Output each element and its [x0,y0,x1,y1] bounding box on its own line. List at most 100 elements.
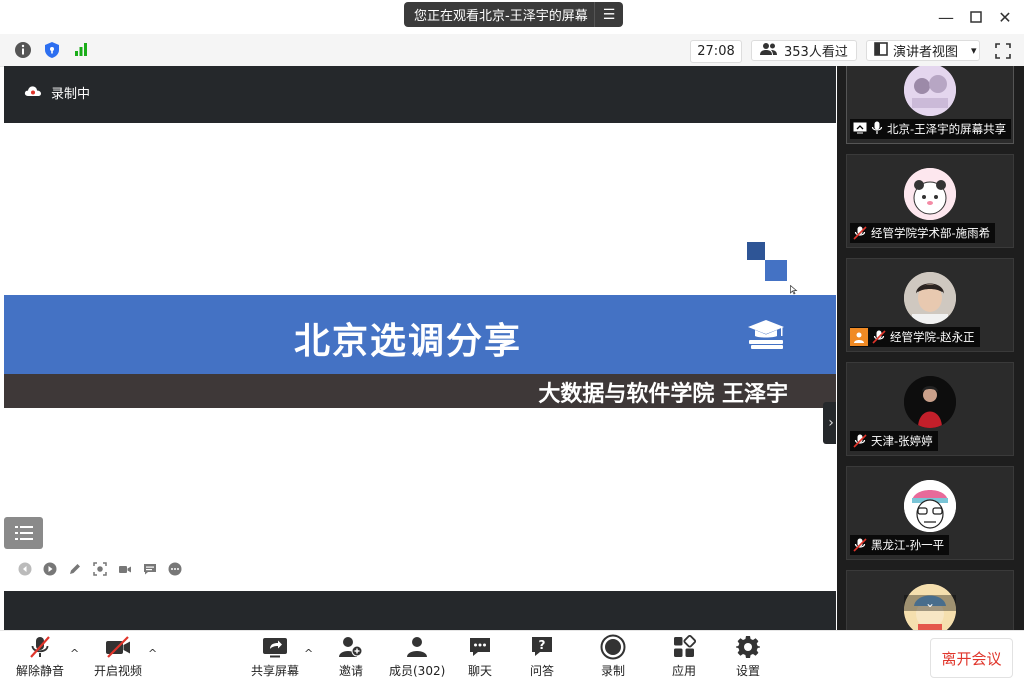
focus-icon[interactable] [93,562,107,576]
unmute-button[interactable]: 解除静音 [16,634,64,679]
avatar [904,168,956,220]
meeting-info-bar: 27:08 353人看过 演讲者视图 ▾ [0,34,1024,67]
stage-top-band: 录制中 [4,66,836,123]
record-button[interactable]: 录制 [600,634,626,679]
video-options-caret[interactable]: ^ [148,647,157,660]
leave-meeting-button[interactable]: 离开会议 [930,638,1013,678]
chevron-down-icon: ▾ [971,44,977,57]
info-icon[interactable] [12,39,34,61]
collapse-gallery-button[interactable]: › [823,402,836,444]
microphone-icon [871,121,883,138]
participant-name-tag: 经管学院-赵永正 [850,327,980,347]
comment-icon[interactable] [143,562,157,576]
video-off-icon [104,634,132,660]
avatar [904,480,956,532]
chevron-right-icon: › [828,415,834,431]
unmute-label: 解除静音 [16,664,65,678]
avatar [904,66,956,116]
participant-name-tag: 经管学院学术部-施雨希 [850,223,996,243]
slide-subtitle-band: 大数据与软件学院 王泽宇 [4,374,836,408]
apps-icon [672,634,696,660]
settings-button[interactable]: 设置 [736,634,760,679]
more-icon[interactable] [168,562,182,576]
participant-name: 经管学院学术部-施雨希 [871,226,991,240]
share-screen-label: 共享屏幕 [251,664,300,678]
speaker-view-icon [874,41,888,60]
minimize-icon[interactable]: — [934,6,958,28]
people-icon [760,42,778,60]
shield-icon[interactable] [41,39,63,61]
share-screen-button[interactable]: 共享屏幕 [251,634,299,679]
participant-tile[interactable]: 北京-王泽宇的屏幕共享 [846,66,1014,144]
audio-options-caret[interactable]: ^ [70,647,79,660]
participant-name-tag: 黑龙江-孙一平 [850,535,950,555]
participant-name-tag: 北京-王泽宇的屏幕共享 [850,119,1012,139]
fullscreen-icon[interactable] [991,40,1015,62]
chat-icon [468,634,492,660]
qa-label: 问答 [530,664,555,678]
record-label: 录制 [600,664,625,678]
play-icon[interactable] [43,562,57,576]
participant-tile[interactable]: 经管学院-赵永正 [846,258,1014,352]
decorative-square [765,260,787,281]
meeting-toolbar: 解除静音 ^ 开启视频 ^ 共享屏幕 ^ 邀请 成员(302) 聊天 ? 问答 … [0,630,1024,683]
slide-list-button[interactable] [4,517,43,549]
slide-tool-strip [18,562,182,576]
microphone-muted-icon [872,330,886,344]
avatar [904,376,956,428]
viewers-count-text: 353人看过 [784,45,848,60]
viewers-count[interactable]: 353人看过 [751,40,857,61]
svg-text:?: ? [539,638,546,652]
recording-label: 录制中 [51,87,91,102]
recording-indicator: 录制中 [24,83,90,102]
participant-name: 天津-张婷婷 [871,434,933,448]
start-video-button[interactable]: 开启视频 [94,634,142,679]
invite-label: 邀请 [338,664,363,678]
start-video-label: 开启视频 [94,664,143,678]
camera-icon[interactable] [118,562,132,576]
signal-icon[interactable] [70,39,92,61]
decorative-square [747,242,765,260]
microphone-muted-icon [28,634,52,660]
view-mode-dropdown[interactable]: 演讲者视图 ▾ [866,40,980,61]
record-icon [600,634,626,660]
qa-button[interactable]: ? 问答 [530,634,554,679]
pen-icon[interactable] [68,562,82,576]
add-user-icon [338,634,364,660]
shared-screen: 录制中 北京选调分享 大数据与软件学院 王泽宇 › [4,66,836,630]
title-bar: 您正在观看北京-王泽宇的屏幕 ☰ — ✕ [0,0,1024,34]
slide-title: 北京选调分享 [294,321,523,362]
chat-label: 聊天 [468,664,493,678]
microphone-muted-icon [853,226,867,240]
members-button[interactable]: 成员(302) [389,634,445,679]
host-badge-icon [850,328,868,346]
participant-tile[interactable]: 黑龙江-孙一平 [846,466,1014,560]
question-icon: ? [530,634,554,660]
screen-share-notice[interactable]: 您正在观看北京-王泽宇的屏幕 ☰ [404,2,623,27]
avatar [904,272,956,324]
participant-tile[interactable]: 天津-张婷婷 [846,362,1014,456]
graduation-cap-icon [746,318,786,356]
share-options-caret[interactable]: ^ [304,647,313,660]
close-icon[interactable]: ✕ [993,6,1017,28]
gear-icon [736,634,760,660]
share-screen-icon [261,634,289,660]
participant-name-tag: 天津-张婷婷 [850,431,938,451]
maximize-icon[interactable] [964,6,988,28]
settings-label: 设置 [736,664,761,678]
screen-share-notice-text: 您正在观看北京-王泽宇的屏幕 [414,9,588,24]
invite-button[interactable]: 邀请 [338,634,364,679]
participant-tile[interactable]: ⌄ [846,570,1014,630]
microphone-muted-icon [853,434,867,448]
share-menu-icon[interactable]: ☰ [594,2,623,27]
scroll-down-icon[interactable]: ⌄ [904,595,956,611]
apps-button[interactable]: 应用 [672,634,696,679]
apps-label: 应用 [672,664,697,678]
screen-share-icon [853,122,867,137]
microphone-muted-icon [853,538,867,552]
chat-button[interactable]: 聊天 [468,634,492,679]
participant-tile[interactable]: 经管学院学术部-施雨希 [846,154,1014,248]
previous-slide-icon[interactable] [18,562,32,576]
stage-bottom-band [4,591,836,630]
participant-gallery[interactable]: 北京-王泽宇的屏幕共享 经管学院学术部-施雨希 经管学院-赵永正 天津-张婷婷 [837,66,1024,630]
